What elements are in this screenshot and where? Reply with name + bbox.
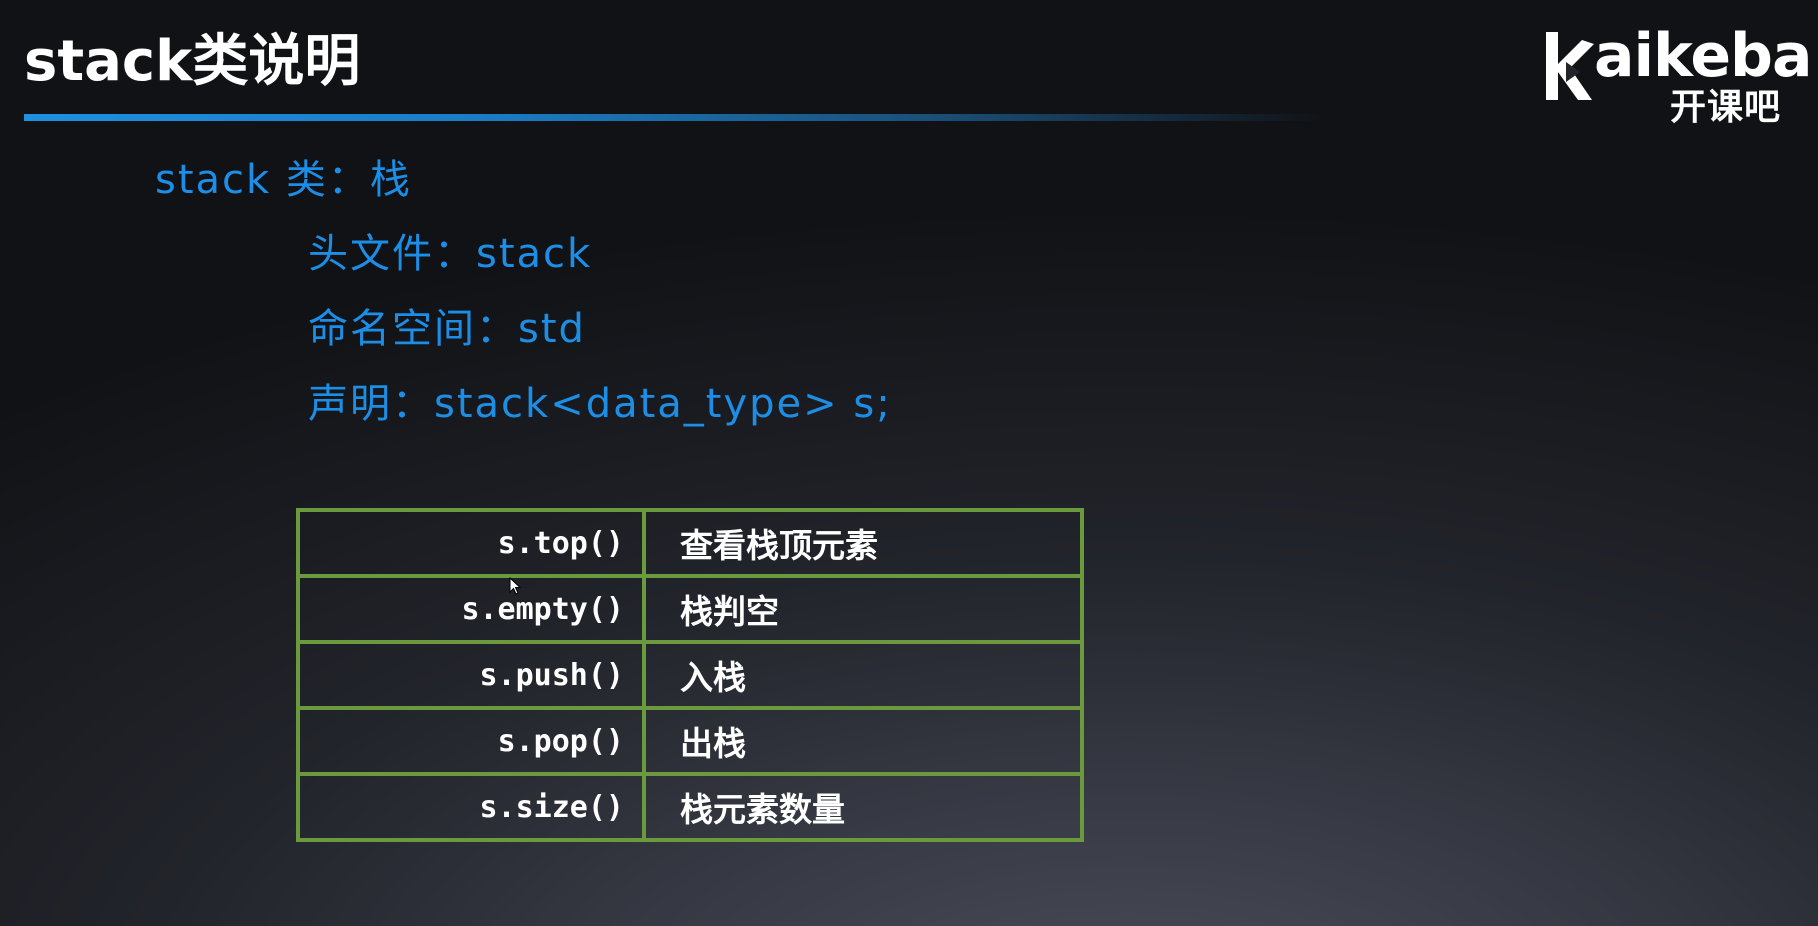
method-cell: s.size()	[296, 772, 646, 842]
method-cell: s.empty()	[296, 574, 646, 644]
description-cell: 入栈	[642, 640, 1084, 710]
table-row: s.size() 栈元素数量	[296, 772, 1084, 842]
description-cell: 出栈	[642, 706, 1084, 776]
description-cell: 栈元素数量	[642, 772, 1084, 842]
table-row: s.empty() 栈判空	[296, 574, 1084, 644]
method-cell: s.pop()	[296, 706, 646, 776]
kaikeba-k-play-icon	[1546, 32, 1594, 100]
mouse-pointer-icon	[509, 577, 521, 595]
declaration-line: 声明：stack<data_type> s;	[308, 381, 892, 427]
stack-class-heading: stack 类：栈	[155, 157, 412, 203]
description-cell: 查看栈顶元素	[642, 508, 1084, 578]
method-cell: s.top()	[296, 508, 646, 578]
method-cell: s.push()	[296, 640, 646, 710]
table-row: s.top() 查看栈顶元素	[296, 508, 1084, 578]
stack-methods-table: s.top() 查看栈顶元素 s.empty() 栈判空 s.push() 入栈…	[296, 508, 1084, 842]
table-row: s.push() 入栈	[296, 640, 1084, 710]
namespace-line: 命名空间：std	[308, 306, 586, 352]
table-row: s.pop() 出栈	[296, 706, 1084, 776]
description-cell: 栈判空	[642, 574, 1084, 644]
title-underline	[24, 114, 1324, 121]
slide-title: stack类说明	[24, 29, 361, 94]
kaikeba-logo: aikeba 开课吧	[1540, 21, 1812, 132]
logo-chinese-name: 开课吧	[1670, 87, 1782, 128]
header-file-line: 头文件：stack	[308, 231, 593, 277]
